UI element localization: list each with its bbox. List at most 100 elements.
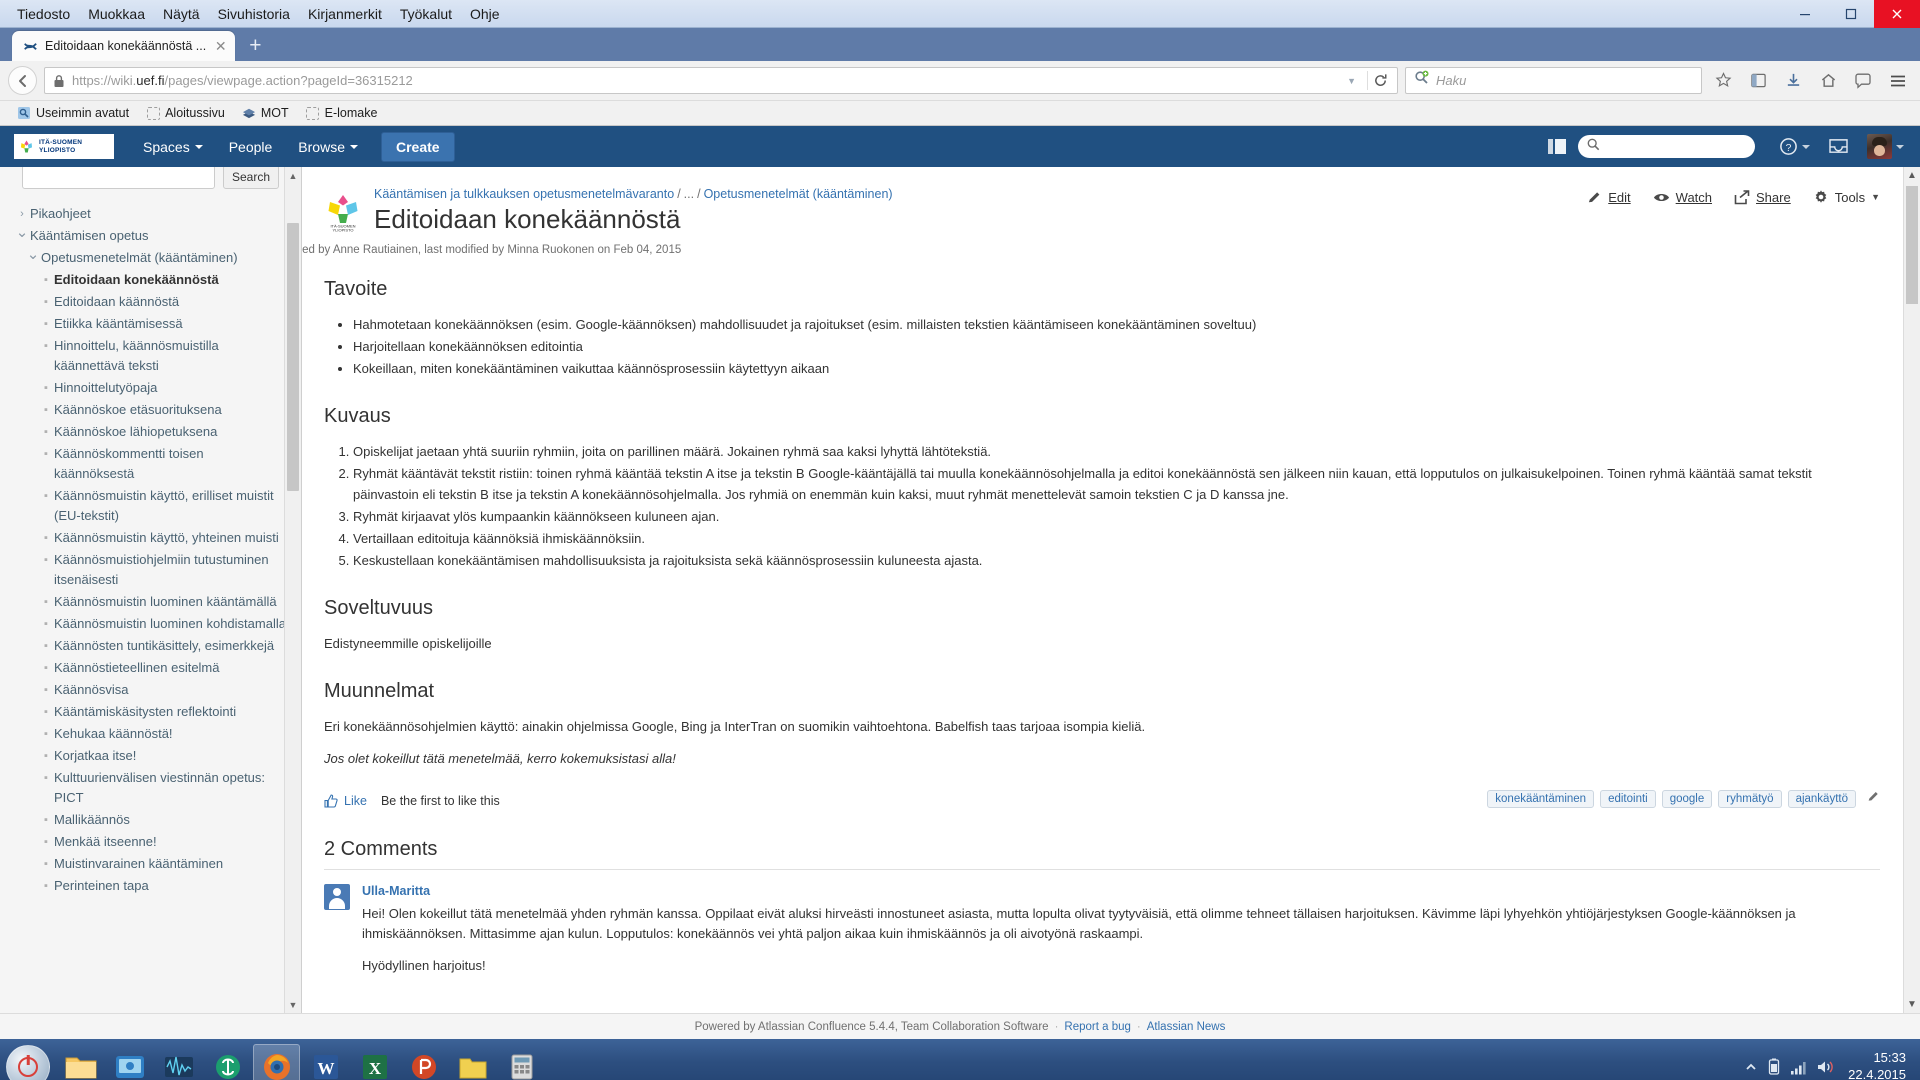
sidebar-item[interactable]: ▪ Menkää itseenne! [0,831,301,853]
bullet-icon[interactable]: ▪ [38,292,54,312]
label-chip[interactable]: editointi [1600,789,1656,808]
taskbar-firefox[interactable] [253,1044,300,1080]
bullet-icon[interactable]: ▪ [38,422,54,442]
sidebar-scroll-thumb[interactable] [287,223,299,491]
sidebar-item[interactable]: › Pikaohjeet [0,203,301,225]
bullet-icon[interactable]: ▪ [38,486,54,506]
bullet-icon[interactable]: ▪ [38,702,54,722]
taskbar-clock[interactable]: 15:33 22.4.2015 [1848,1050,1906,1080]
bookmark-aloitussivu[interactable]: Aloitussivu [139,104,232,122]
taskbar-calculator[interactable] [498,1044,545,1080]
sidebar-item[interactable]: ▪ Käännösvisa [0,679,301,701]
bullet-icon[interactable]: ▪ [38,724,54,744]
sidebar-item[interactable]: ▪ Hinnoittelu, käännösmuistilla käännettä… [0,335,301,377]
nav-browse[interactable]: Browse [285,130,371,164]
breadcrumb-parent-link[interactable]: Opetusmenetelmät (kääntäminen) [704,187,893,201]
bookmark-useimmin-avatut[interactable]: Useimmin avatut [10,104,136,122]
sidebar-item[interactable]: ▪ Käännösmuistin luominen kohdistamalla [0,613,301,635]
browser-search-bar[interactable]: Haku [1405,67,1702,94]
sidebar-item[interactable]: ▪ Käännösmuistiohjelmiin tutustuminen its… [0,549,301,591]
bullet-icon[interactable]: ▪ [38,444,54,464]
taskbar-audio-editor[interactable] [155,1044,202,1080]
sidebar-item[interactable]: ▪ Editoidaan konekäännöstä [0,269,301,291]
menu-ohje[interactable]: Ohje [461,3,509,25]
reading-list-icon[interactable] [1744,67,1772,95]
menu-kirjanmerkit[interactable]: Kirjanmerkit [299,3,391,25]
bullet-icon[interactable]: ▪ [38,810,54,830]
maximize-button[interactable] [1828,0,1874,28]
bullet-icon[interactable]: ▪ [38,680,54,700]
breadcrumb-space-link[interactable]: Kääntämisen ja tulkkauksen opetusmenetel… [374,187,674,201]
menu-nayta[interactable]: Näytä [154,3,209,25]
sidebar-item[interactable]: ▪ Käännösmuistin käyttö, yhteinen muisti [0,527,301,549]
bullet-icon[interactable]: ▪ [38,636,54,656]
sidebar-item[interactable]: ▪ Kehukaa käännöstä! [0,723,301,745]
sidebar-item[interactable]: ▪ Käännösmuistin käyttö, erilliset muisti… [0,485,301,527]
sidebar-item[interactable]: ▪ Käännösmuistin luominen kääntämällä [0,591,301,613]
url-dropdown-icon[interactable]: ▼ [1343,76,1360,86]
bullet-icon[interactable]: ▪ [38,658,54,678]
new-tab-button[interactable]: + [249,35,261,56]
bullet-icon[interactable]: ▪ [38,336,54,356]
bullet-icon[interactable]: ▪ [38,528,54,548]
chevron-down-icon[interactable]: ⌄ [25,247,41,262]
menu-sivuhistoria[interactable]: Sivuhistoria [209,3,299,25]
edit-action[interactable]: Edit [1587,190,1631,205]
taskbar-file-explorer[interactable] [57,1044,104,1080]
reload-icon[interactable] [1367,71,1393,90]
bullet-icon[interactable]: ▪ [38,768,54,788]
footer-news-link[interactable]: Atlassian News [1147,1021,1226,1033]
bullet-icon[interactable]: ▪ [38,400,54,420]
tab-close-icon[interactable]: ✕ [213,39,228,54]
bullet-icon[interactable]: ▪ [38,550,54,570]
label-chip[interactable]: ryhmätyö [1718,789,1782,808]
sidebar-item[interactable]: ▪ Mallikäännös [0,809,301,831]
sidebar-item[interactable]: ▪ Korjatkaa itse! [0,745,301,767]
download-icon[interactable] [1779,67,1807,95]
home-icon[interactable] [1814,67,1842,95]
label-chip[interactable]: konekääntäminen [1487,789,1595,808]
sidebar-item[interactable]: ▪ Käännöstieteellinen esitelmä [0,657,301,679]
like-button[interactable]: Like [324,794,367,808]
taskbar-powerpoint[interactable] [400,1044,447,1080]
chevron-right-icon[interactable]: › [14,204,30,224]
taskbar-money-app[interactable] [204,1044,251,1080]
bullet-icon[interactable]: ▪ [38,876,54,896]
scroll-down-icon[interactable]: ▼ [1904,996,1920,1013]
user-menu[interactable] [1861,130,1910,163]
scroll-up-icon[interactable]: ▲ [1904,167,1920,184]
footer-report-bug-link[interactable]: Report a bug [1064,1021,1131,1033]
taskbar-excel[interactable]: X [351,1044,398,1080]
breadcrumb-ellipsis[interactable]: ... [684,187,694,201]
content-scroll-thumb[interactable] [1906,186,1918,304]
scroll-up-icon[interactable]: ▲ [285,167,301,184]
menu-tiedosto[interactable]: Tiedosto [8,3,79,25]
menu-tyokalut[interactable]: Työkalut [391,3,461,25]
sidebar-item[interactable]: ▪ Käännöskoe lähiopetuksena [0,421,301,443]
nav-spaces[interactable]: Spaces [130,130,216,164]
sidebar-item[interactable]: ▪ Hinnoittelutyöpaja [0,377,301,399]
notifications-inbox[interactable] [1822,134,1855,159]
start-button[interactable] [6,1045,50,1080]
battery-icon[interactable] [1767,1058,1781,1076]
sidebar-item[interactable]: ▪ Perinteinen tapa [0,875,301,897]
comment-author[interactable]: Ulla-Maritta [362,884,1880,898]
chat-icon[interactable] [1849,67,1877,95]
sidebar-item[interactable]: ▪ Kulttuurienvälisen viestinnän opetus: P… [0,767,301,809]
sidebar-search-button[interactable]: Search [223,167,279,189]
sidebar-item[interactable]: ▪ Etiikka kääntämisessä [0,313,301,335]
sidebar-search-input[interactable] [22,167,215,189]
edit-labels-pencil-icon[interactable] [1867,790,1880,808]
bookmark-star-icon[interactable] [1709,67,1737,95]
taskbar-word[interactable]: W [302,1044,349,1080]
browser-tab[interactable]: Editoidaan konekäännöstä ... ✕ [12,31,236,61]
menu-hamburger-icon[interactable] [1884,67,1912,95]
taskbar-notes-app[interactable] [449,1044,496,1080]
scroll-down-icon[interactable]: ▼ [285,996,301,1013]
share-action[interactable]: Share [1734,190,1791,205]
bullet-icon[interactable]: ▪ [38,832,54,852]
sidebar-item[interactable]: ▪ Editoidaan käännöstä [0,291,301,313]
sidebar-item[interactable]: ▪ Kääntämiskäsitysten reflektointi [0,701,301,723]
sidebar-item[interactable]: ▪ Käännöskommentti toisen käännöksestä [0,443,301,485]
tray-expand-icon[interactable] [1744,1060,1758,1074]
